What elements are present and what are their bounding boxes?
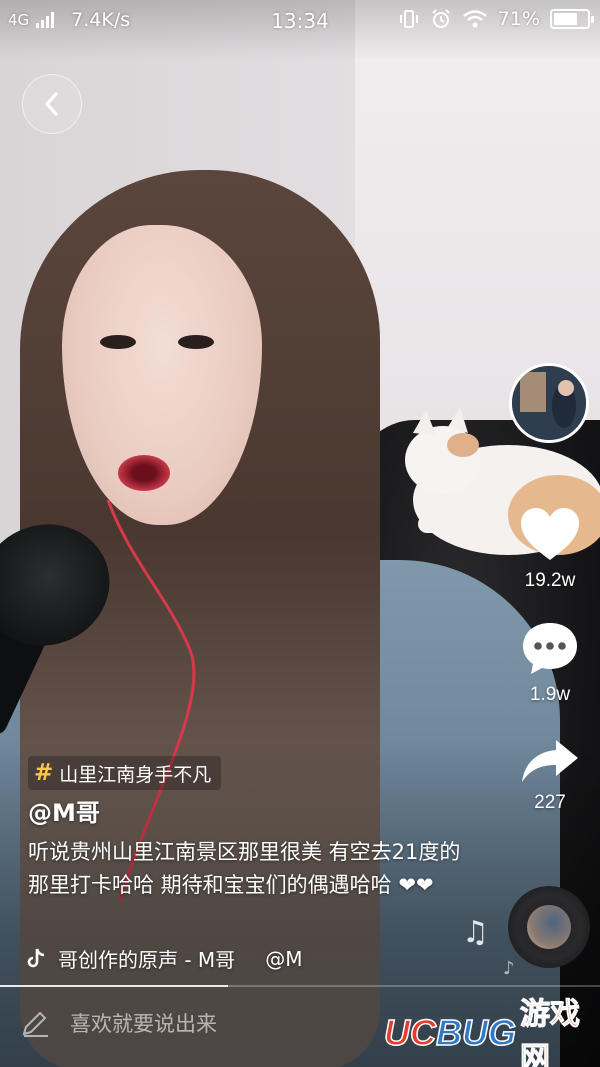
battery-icon — [550, 9, 594, 29]
music-cover — [527, 905, 571, 949]
share-count: 227 — [534, 792, 566, 813]
avatar-image — [512, 366, 586, 440]
battery-level — [554, 13, 577, 25]
battery-percent: 71% — [497, 8, 540, 30]
music-info[interactable]: 哥创作的原声 - M哥 @M — [26, 944, 302, 973]
comment-icon — [523, 623, 577, 674]
like-button[interactable]: 19.2w — [515, 506, 585, 592]
pencil-icon — [22, 1011, 48, 1037]
tiktok-icon — [27, 948, 45, 967]
comment-button[interactable]: 1.9w — [515, 620, 585, 706]
back-button[interactable] — [22, 74, 82, 134]
share-button[interactable]: 227 — [515, 738, 585, 814]
comment-placeholder: 喜欢就要说出来 — [70, 1012, 217, 1036]
alarm-icon — [432, 9, 450, 28]
author-name[interactable]: @M哥 — [28, 793, 100, 828]
music-note-icon: ♫ — [462, 915, 489, 950]
hashtag-icon: # — [34, 760, 54, 786]
watermark-text: 游戏网 — [520, 997, 581, 1067]
vibrate-icon — [399, 10, 418, 28]
share-icon — [522, 740, 578, 782]
wifi-icon — [462, 10, 487, 28]
status-bar: 4G 7.4K/s 13:34 71% — [0, 0, 600, 42]
music-disc[interactable] — [508, 886, 590, 968]
like-count: 19.2w — [524, 570, 576, 591]
watermark-text: BUG — [435, 1011, 517, 1054]
watermark-logo: UC BUG 游戏网 — [383, 997, 594, 1067]
comment-count: 1.9w — [529, 684, 571, 705]
comment-input[interactable]: 喜欢就要说出来 — [20, 1008, 217, 1038]
status-right: 71% — [398, 8, 594, 30]
music-mention: @M — [265, 946, 303, 971]
video-description: 听说贵州山里江南景区那里很美 有空去21度的那里打卡哈哈 期待和宝宝们的偶遇哈哈… — [28, 840, 461, 897]
author-avatar[interactable] — [509, 363, 589, 443]
hashtag-label: 山里江南身手不凡 — [59, 763, 212, 786]
progress-fill — [0, 985, 228, 987]
watermark-text: UC — [383, 1011, 437, 1054]
chevron-left-icon — [45, 92, 58, 116]
heart-icon — [521, 508, 579, 560]
video-progress[interactable] — [0, 985, 600, 987]
music-note-icon: ♪ — [503, 958, 515, 979]
hashtag-chip[interactable]: # 山里江南身手不凡 — [28, 756, 222, 790]
music-title: 哥创作的原声 - M哥 — [58, 948, 236, 972]
video-player[interactable] — [0, 0, 600, 1067]
